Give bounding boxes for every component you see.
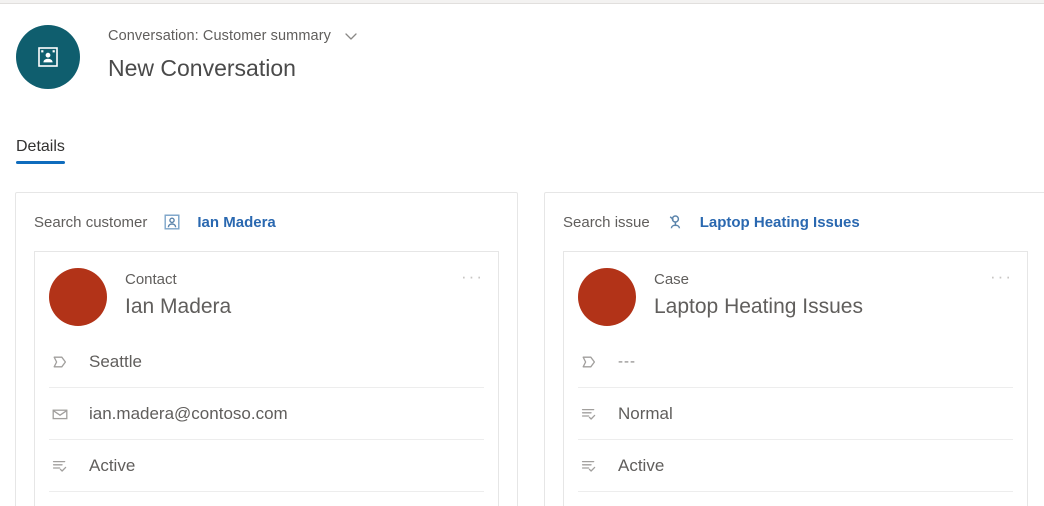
case-record-header: Case Laptop Heating Issues ··· bbox=[564, 252, 1027, 336]
tag-icon bbox=[49, 351, 71, 373]
case-record-name: Laptop Heating Issues bbox=[654, 295, 863, 318]
chevron-down-icon[interactable] bbox=[341, 26, 361, 46]
customer-card: Search customer Ian Madera Contact Ian M… bbox=[15, 192, 518, 506]
case-subject-value: --- bbox=[618, 353, 636, 370]
customer-search-label: Search customer bbox=[34, 213, 148, 231]
case-priority-value: Normal bbox=[618, 403, 673, 423]
issue-card: Search issue Laptop Heating Issues Case … bbox=[544, 192, 1044, 506]
contact-email-value: ian.madera@contoso.com bbox=[89, 403, 288, 423]
case-priority-row: Normal bbox=[578, 388, 1013, 440]
case-record-title-block: Case Laptop Heating Issues bbox=[654, 268, 863, 321]
tag-icon bbox=[578, 351, 600, 373]
contact-status-row: Active bbox=[49, 440, 484, 492]
status-list-icon bbox=[578, 403, 600, 425]
contact-location-row: Seattle bbox=[49, 336, 484, 388]
contact-record-card: Contact Ian Madera ··· Seattle ian.mader… bbox=[34, 251, 499, 506]
header-subtitle: Conversation: Customer summary bbox=[108, 28, 331, 44]
customer-search-value[interactable]: Ian Madera bbox=[197, 214, 275, 231]
contact-overflow-menu-button[interactable]: ··· bbox=[461, 268, 484, 285]
contact-location-value: Seattle bbox=[89, 351, 142, 371]
case-overflow-menu-button[interactable]: ··· bbox=[990, 268, 1013, 285]
case-status-value: Active bbox=[618, 455, 665, 475]
case-record-card: Case Laptop Heating Issues ··· --- Norma… bbox=[563, 251, 1028, 506]
case-entity-label: Case bbox=[654, 271, 690, 288]
window-chrome-strip bbox=[0, 0, 1044, 4]
tab-details-label: Details bbox=[16, 138, 65, 155]
envelope-icon bbox=[49, 403, 71, 425]
contact-detail-rows: Seattle ian.madera@contoso.com Active bbox=[35, 336, 498, 492]
case-status-row: Active bbox=[578, 440, 1013, 492]
tab-strip: Details bbox=[16, 138, 65, 164]
issue-search-label: Search issue bbox=[563, 213, 650, 231]
header-text-block: Conversation: Customer summary New Conve… bbox=[108, 22, 361, 83]
customer-search-row: Search customer Ian Madera bbox=[16, 193, 517, 251]
case-detail-rows: --- Normal Active bbox=[564, 336, 1027, 492]
issue-search-row: Search issue Laptop Heating Issues bbox=[545, 193, 1044, 251]
page-title: New Conversation bbox=[108, 55, 296, 81]
header-subtitle-row: Conversation: Customer summary bbox=[108, 26, 361, 46]
tab-details[interactable]: Details bbox=[16, 138, 65, 164]
status-list-icon bbox=[49, 455, 71, 477]
contact-status-value: Active bbox=[89, 455, 136, 475]
contact-card-icon[interactable] bbox=[161, 211, 183, 233]
avatar bbox=[578, 268, 636, 326]
avatar bbox=[49, 268, 107, 326]
conversation-icon bbox=[16, 25, 80, 89]
issue-search-value[interactable]: Laptop Heating Issues bbox=[700, 214, 860, 231]
case-subject-row: --- bbox=[578, 336, 1013, 388]
contact-entity-label: Contact bbox=[125, 271, 177, 288]
cards-container: Search customer Ian Madera Contact Ian M… bbox=[15, 192, 1044, 506]
contact-record-name: Ian Madera bbox=[125, 295, 232, 318]
contact-email-row: ian.madera@contoso.com bbox=[49, 388, 484, 440]
page-header: Conversation: Customer summary New Conve… bbox=[16, 22, 361, 89]
status-list-icon bbox=[578, 455, 600, 477]
contact-record-title-block: Contact Ian Madera bbox=[125, 268, 231, 321]
case-person-icon[interactable] bbox=[664, 211, 686, 233]
contact-record-header: Contact Ian Madera ··· bbox=[35, 252, 498, 336]
